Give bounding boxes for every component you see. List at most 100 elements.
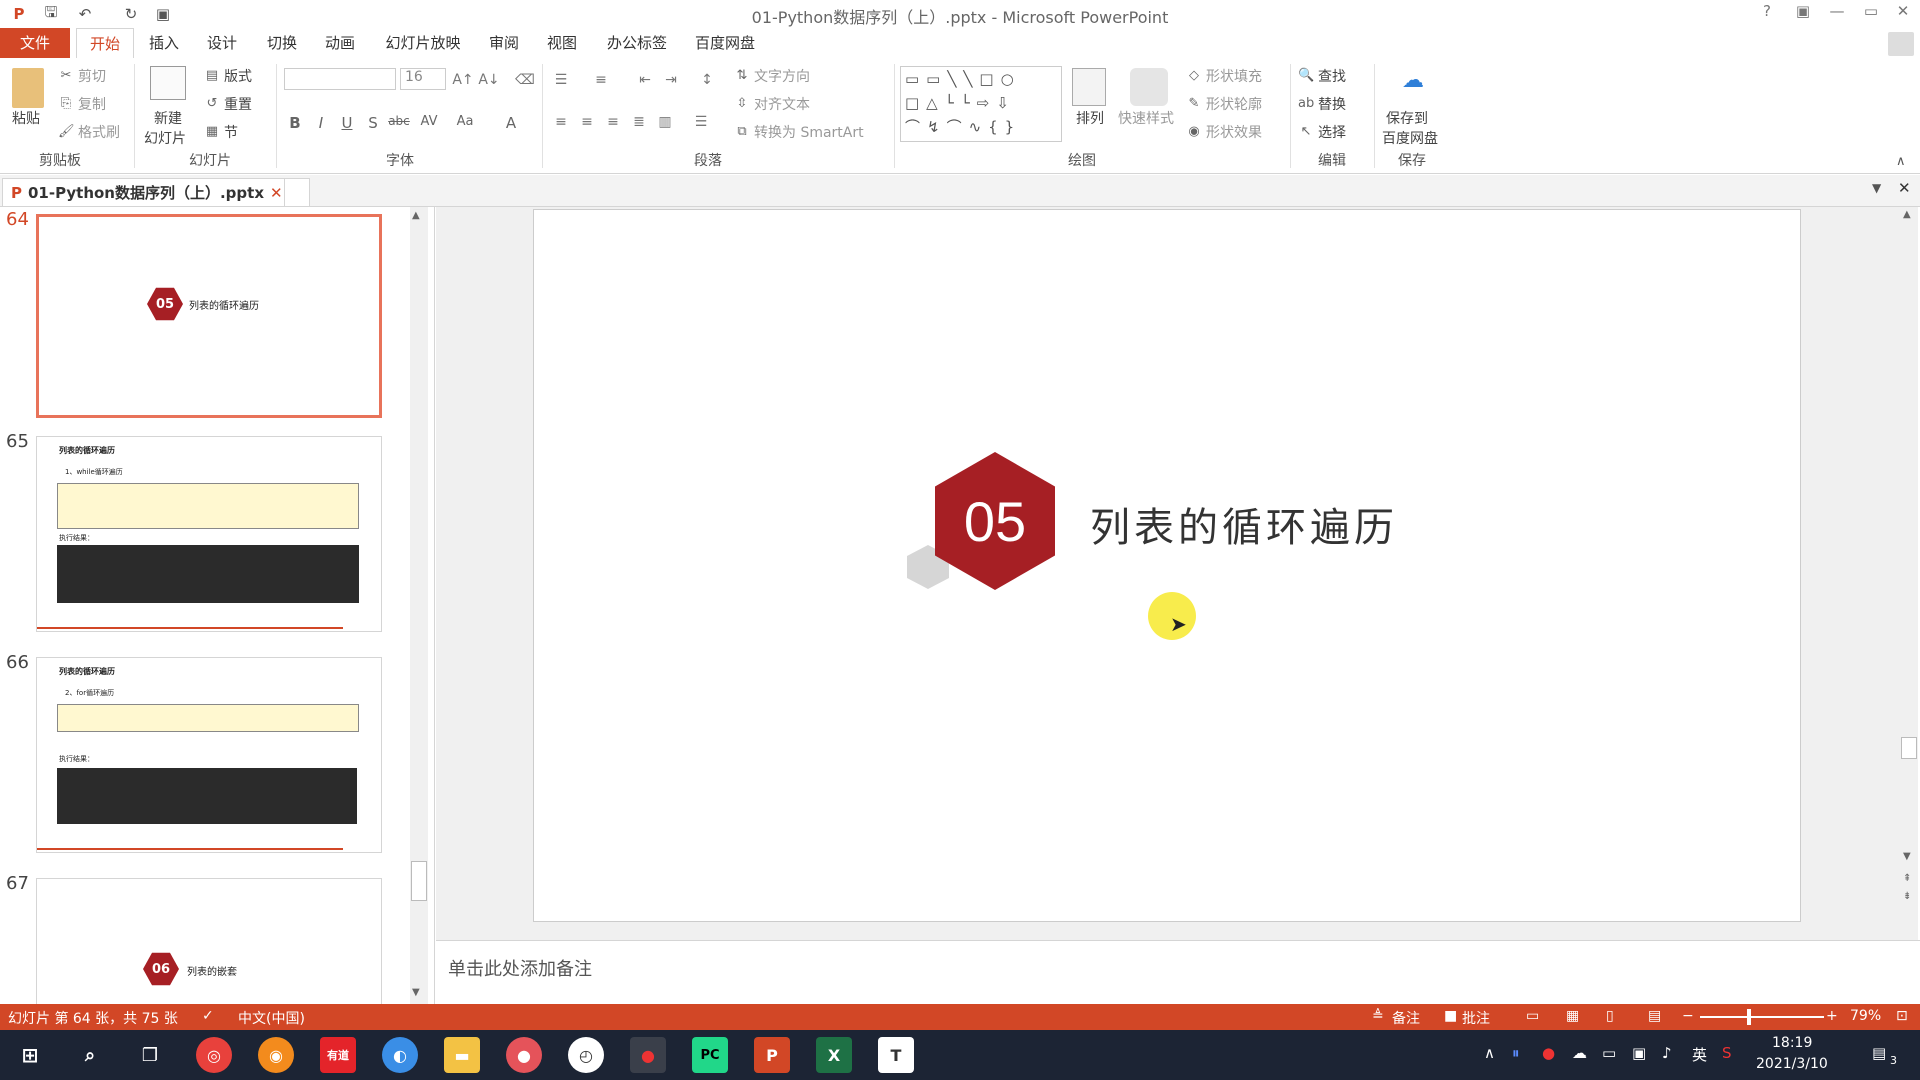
- slide-thumbnail-65[interactable]: 列表的循环遍历 1、while循环遍历 执行结果：: [36, 436, 382, 632]
- decrease-indent-icon[interactable]: ⇤: [634, 72, 656, 88]
- zoom-level[interactable]: 79%: [1850, 1008, 1881, 1024]
- youdao-icon[interactable]: 有道: [320, 1037, 356, 1073]
- new-slide-button[interactable]: 新建: [154, 108, 182, 128]
- font-size-field[interactable]: 16: [400, 68, 446, 90]
- prev-slide-icon[interactable]: ⇞: [1903, 873, 1911, 884]
- scroll-thumb[interactable]: [411, 861, 427, 901]
- slide-scrollbar[interactable]: ▲ ▼ ⇞ ⇟: [1900, 207, 1918, 940]
- minimize-button[interactable]: —: [1822, 2, 1852, 26]
- align-left-icon[interactable]: ≡: [550, 114, 572, 130]
- browser-icon[interactable]: ◐: [382, 1037, 418, 1073]
- notification-icon[interactable]: ▤: [1872, 1044, 1886, 1062]
- scroll-up-icon[interactable]: ▲: [412, 210, 420, 221]
- clock-app-icon[interactable]: ◴: [568, 1037, 604, 1073]
- slide-sorter-icon[interactable]: ▦: [1566, 1008, 1579, 1024]
- arrange-icon[interactable]: [1072, 68, 1106, 106]
- tab-baidu[interactable]: 百度网盘: [692, 28, 758, 58]
- find-button[interactable]: 查找: [1318, 66, 1346, 86]
- shape-fill-button[interactable]: 形状填充: [1206, 66, 1262, 86]
- close-doc-icon[interactable]: ✕: [1898, 179, 1911, 197]
- arrange-button[interactable]: 排列: [1076, 108, 1104, 128]
- comments-button[interactable]: 批注: [1462, 1008, 1490, 1028]
- clock-time[interactable]: 18:19: [1772, 1035, 1812, 1051]
- shrink-font-icon[interactable]: A↓: [478, 72, 500, 88]
- ribbon-display-button[interactable]: ▣: [1788, 2, 1818, 26]
- reset-button[interactable]: 重置: [224, 94, 252, 114]
- file-explorer-icon[interactable]: ▬: [444, 1037, 480, 1073]
- zoom-in-icon[interactable]: +: [1826, 1008, 1838, 1024]
- shapes-gallery[interactable]: ▭▭╲╲□○ □△└└⇨⇩ ⌒↯⌒∿{}: [900, 66, 1062, 142]
- new-tab-button[interactable]: [284, 178, 310, 206]
- paragraph-settings-icon[interactable]: ☰: [690, 114, 712, 130]
- char-spacing-icon[interactable]: AV: [418, 114, 440, 129]
- replace-button[interactable]: 替换: [1318, 94, 1346, 114]
- zoom-slider[interactable]: [1700, 1009, 1824, 1025]
- tray-expand-icon[interactable]: ∧: [1484, 1044, 1495, 1062]
- copy-button[interactable]: 复制: [78, 94, 106, 114]
- scroll-up-icon[interactable]: ▲: [1903, 209, 1911, 220]
- strikethrough-icon[interactable]: abc: [388, 114, 410, 128]
- bullets-icon[interactable]: ☰: [550, 72, 572, 88]
- tab-view[interactable]: 视图: [542, 28, 582, 58]
- align-center-icon[interactable]: ≡: [576, 114, 598, 130]
- align-right-icon[interactable]: ≡: [602, 114, 624, 130]
- paste-icon[interactable]: [12, 68, 44, 108]
- underline-icon[interactable]: U: [336, 114, 358, 132]
- zoom-out-icon[interactable]: −: [1682, 1008, 1694, 1024]
- zoom-slider-thumb[interactable]: [1746, 1009, 1751, 1025]
- pause-tray-icon[interactable]: ⏸: [1512, 1044, 1520, 1062]
- thumbnail-scrollbar[interactable]: ▲ ▼: [410, 207, 428, 1004]
- network-icon[interactable]: ▣: [1632, 1044, 1646, 1062]
- excel-icon[interactable]: X: [816, 1037, 852, 1073]
- chrome-icon[interactable]: ◎: [196, 1037, 232, 1073]
- quick-styles-icon[interactable]: [1130, 68, 1168, 106]
- smartart-button[interactable]: 转换为 SmartArt: [754, 122, 864, 142]
- typora-icon[interactable]: T: [878, 1037, 914, 1073]
- section-button[interactable]: 节: [224, 122, 238, 142]
- new-slide-dropdown[interactable]: 幻灯片: [144, 128, 186, 148]
- slide-thumbnail-67[interactable]: 06 列表的嵌套: [36, 878, 382, 1004]
- windows-start-icon[interactable]: ⊞: [12, 1037, 48, 1073]
- italic-icon[interactable]: I: [310, 114, 332, 132]
- text-direction-button[interactable]: 文字方向: [754, 66, 810, 86]
- grow-font-icon[interactable]: A↑: [452, 72, 474, 88]
- scroll-thumb[interactable]: [1901, 737, 1917, 759]
- tab-home[interactable]: 开始: [76, 28, 134, 58]
- account-avatar[interactable]: [1888, 32, 1914, 56]
- language-indicator[interactable]: 中文(中国): [238, 1008, 305, 1028]
- sogou-ime-icon[interactable]: S: [1722, 1044, 1732, 1062]
- close-tab-icon[interactable]: ✕: [270, 184, 283, 202]
- line-spacing-icon[interactable]: ↕: [696, 72, 718, 88]
- maximize-button[interactable]: ▭: [1856, 2, 1886, 26]
- numbering-icon[interactable]: ≡: [590, 72, 612, 88]
- save-to-button[interactable]: 保存到: [1386, 108, 1428, 128]
- recorder-app-icon[interactable]: ●: [506, 1037, 542, 1073]
- notes-pane[interactable]: 单击此处添加备注: [436, 940, 1920, 1004]
- close-button[interactable]: ✕: [1888, 2, 1918, 26]
- volume-icon[interactable]: ♪: [1662, 1044, 1672, 1062]
- collapse-ribbon-icon[interactable]: ∧: [1896, 154, 1906, 169]
- notes-button[interactable]: 备注: [1392, 1008, 1420, 1028]
- font-color-icon[interactable]: A: [500, 114, 522, 132]
- select-button[interactable]: 选择: [1318, 122, 1346, 142]
- help-button[interactable]: ?: [1752, 2, 1782, 26]
- tab-list-icon[interactable]: ▼: [1872, 181, 1881, 195]
- font-name-field[interactable]: [284, 68, 396, 90]
- shape-outline-button[interactable]: 形状轮廓: [1206, 94, 1262, 114]
- doc-tab[interactable]: P 01-Python数据序列（上）.pptx ✕: [2, 178, 292, 206]
- cloud-tray-icon[interactable]: ☁: [1572, 1044, 1587, 1062]
- scroll-down-icon[interactable]: ▼: [412, 987, 420, 998]
- save-baidu-button[interactable]: 百度网盘: [1382, 128, 1438, 148]
- battery-icon[interactable]: ▭: [1602, 1044, 1616, 1062]
- clock-date[interactable]: 2021/3/10: [1756, 1056, 1828, 1072]
- format-painter-button[interactable]: 格式刷: [78, 122, 120, 142]
- tab-animations[interactable]: 动画: [320, 28, 360, 58]
- cut-button[interactable]: 剪切: [78, 66, 106, 86]
- align-text-button[interactable]: 对齐文本: [754, 94, 810, 114]
- columns-icon[interactable]: ▥: [654, 114, 676, 130]
- task-view-icon[interactable]: ❐: [132, 1037, 168, 1073]
- justify-icon[interactable]: ≣: [628, 114, 650, 130]
- shadow-icon[interactable]: S: [362, 114, 384, 132]
- slide-thumbnail-66[interactable]: 列表的循环遍历 2、for循环遍历 执行结果：: [36, 657, 382, 853]
- tab-review[interactable]: 审阅: [484, 28, 524, 58]
